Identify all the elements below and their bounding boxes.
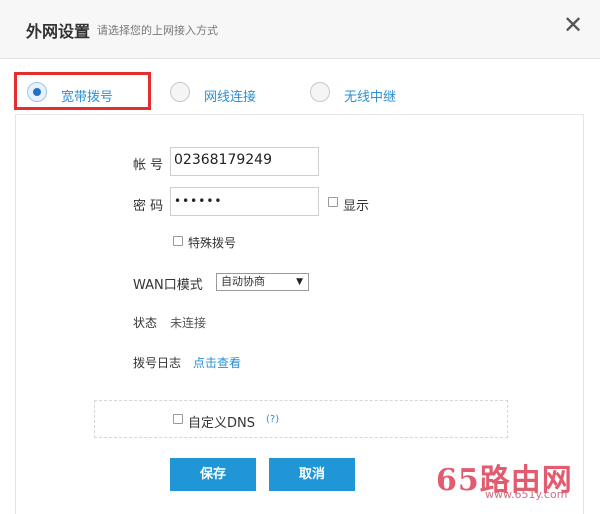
show-password-label: 显示 (343, 199, 370, 214)
dialog-title: 外网设置 (26, 22, 91, 41)
special-dial-checkbox[interactable] (173, 236, 183, 246)
password-input[interactable]: •••••• (170, 187, 319, 216)
dialog-subtitle: 请选择您的上网接入方式 (97, 24, 218, 37)
dial-log-label: 拨号日志 (133, 356, 182, 370)
custom-dns-checkbox[interactable] (173, 414, 183, 424)
cancel-button[interactable]: 取消 (269, 458, 355, 491)
dialog-header: 外网设置 请选择您的上网接入方式 ✕ (0, 0, 600, 59)
wan-mode-select-value: 自动协商 (221, 275, 265, 288)
radio-wireless-relay[interactable] (310, 82, 330, 102)
radio-broadband-dial[interactable] (27, 82, 47, 102)
status-value: 未连接 (170, 316, 207, 330)
save-button[interactable]: 保存 (170, 458, 256, 491)
dns-help-link[interactable]: (?) (266, 414, 279, 425)
special-dial-label: 特殊拨号 (188, 236, 237, 250)
account-input[interactable]: 02368179249 (170, 147, 319, 176)
custom-dns-label: 自定义DNS (188, 416, 255, 431)
dial-log-link[interactable]: 点击查看 (193, 354, 241, 371)
dns-section (94, 400, 508, 438)
status-label: 状态 (133, 316, 158, 330)
chevron-down-icon: ▼ (296, 277, 303, 287)
account-label: 帐 号 (133, 158, 164, 173)
password-label: 密 码 (133, 199, 164, 214)
tab-cable-connect-label: 网线连接 (204, 90, 257, 105)
watermark-url: www.651y.com (485, 488, 568, 501)
close-icon[interactable]: ✕ (562, 13, 584, 37)
show-password-checkbox[interactable] (328, 197, 338, 207)
wan-mode-label: WAN口模式 (133, 278, 203, 293)
wan-mode-select[interactable]: 自动协商 ▼ (216, 273, 309, 291)
tab-wireless-relay-label: 无线中继 (344, 90, 397, 105)
tab-broadband-dial-label: 宽带拨号 (61, 90, 114, 105)
radio-cable-connect[interactable] (170, 82, 190, 102)
